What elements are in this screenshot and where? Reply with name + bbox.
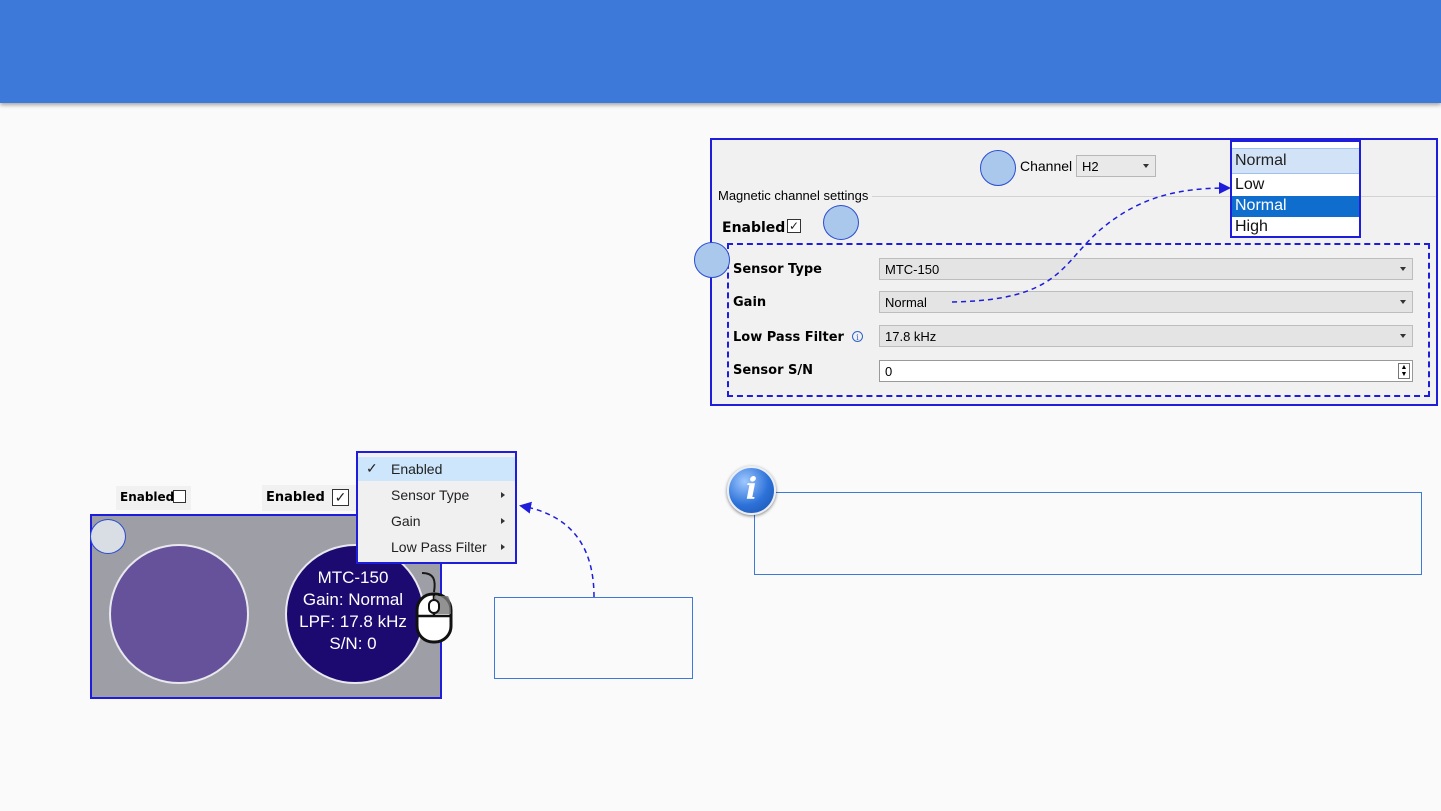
callout-box xyxy=(494,597,693,679)
gain-dropdown-list: Normal Low Normal High xyxy=(1230,140,1361,238)
checkmark-icon: ✓ xyxy=(366,460,378,476)
menu-item-low-pass-filter[interactable]: Low Pass Filter xyxy=(358,535,515,559)
sensor-type-select[interactable]: MTC-150 xyxy=(879,258,1413,280)
sensor-line-type: MTC-150 xyxy=(317,568,389,587)
sensor-line-gain: Gain: Normal xyxy=(302,590,404,609)
group-title: Magnetic channel settings xyxy=(718,188,873,203)
gain-option-low[interactable]: Low xyxy=(1232,175,1359,196)
menu-item-enabled[interactable]: ✓ Enabled xyxy=(358,457,515,481)
step-marker-channel xyxy=(980,150,1016,186)
gain-option-high[interactable]: High xyxy=(1232,217,1359,238)
gain-dropdown-current[interactable]: Normal xyxy=(1232,148,1359,174)
step-marker-enabled xyxy=(823,205,859,240)
callout-arrow xyxy=(519,501,595,598)
sensor-type-label: Sensor Type xyxy=(733,262,822,277)
left-enabled-label: Enabled xyxy=(120,490,175,504)
enabled-label: Enabled xyxy=(722,220,786,236)
checkmark-icon: ✓ xyxy=(334,489,347,505)
info-icon[interactable]: i xyxy=(852,331,863,342)
low-pass-filter-select[interactable]: 17.8 kHz xyxy=(879,325,1413,347)
chevron-right-icon xyxy=(501,518,505,524)
right-enabled-toggle[interactable]: Enabled ✓ xyxy=(262,485,357,511)
mouse-icon xyxy=(415,572,453,644)
menu-item-label: Gain xyxy=(391,513,421,529)
checkmark-icon: ✓ xyxy=(788,219,800,233)
sensor-sn-spinbox[interactable]: 0 ▲ ▼ xyxy=(879,360,1413,382)
left-enabled-checkbox[interactable] xyxy=(173,490,186,503)
note-box xyxy=(754,492,1422,575)
chevron-down-icon xyxy=(1400,334,1406,338)
right-enabled-checkbox[interactable]: ✓ xyxy=(332,489,349,506)
gain-label: Gain xyxy=(733,295,767,310)
channel-label: Channel xyxy=(1020,158,1073,174)
chevron-down-icon xyxy=(1400,300,1406,304)
menu-item-label: Low Pass Filter xyxy=(391,539,487,555)
right-enabled-label: Enabled xyxy=(266,490,325,505)
chevron-right-icon xyxy=(501,544,505,550)
header-bar xyxy=(0,0,1441,103)
step-marker-visual xyxy=(90,519,126,554)
sensor-line-lpf: LPF: 17.8 kHz xyxy=(299,612,407,631)
channel-select[interactable]: H2 xyxy=(1076,155,1156,177)
menu-item-gain[interactable]: Gain xyxy=(358,509,515,533)
step-marker-fields xyxy=(694,242,730,278)
info-icon: i xyxy=(727,466,776,515)
gain-select[interactable]: Normal xyxy=(879,291,1413,313)
chevron-down-icon xyxy=(1143,164,1149,168)
enabled-checkbox[interactable]: ✓ xyxy=(787,219,801,233)
menu-item-sensor-type[interactable]: Sensor Type xyxy=(358,483,515,507)
sensor-line-sn: S/N: 0 xyxy=(329,634,377,653)
chevron-down-icon xyxy=(1400,267,1406,271)
left-enabled-toggle[interactable]: Enabled xyxy=(116,486,191,510)
disabled-channel-circle[interactable] xyxy=(109,544,249,684)
menu-item-label: Sensor Type xyxy=(391,487,470,503)
menu-item-label: Enabled xyxy=(391,461,443,477)
chevron-right-icon xyxy=(501,492,505,498)
context-menu: ✓ Enabled Sensor Type Gain Low Pass Filt… xyxy=(356,451,517,564)
spinner-arrows-icon[interactable]: ▲ ▼ xyxy=(1398,363,1410,379)
low-pass-filter-label: Low Pass Filter xyxy=(733,330,844,345)
gain-option-normal[interactable]: Normal xyxy=(1232,196,1359,217)
sensor-sn-label: Sensor S/N xyxy=(733,363,814,378)
